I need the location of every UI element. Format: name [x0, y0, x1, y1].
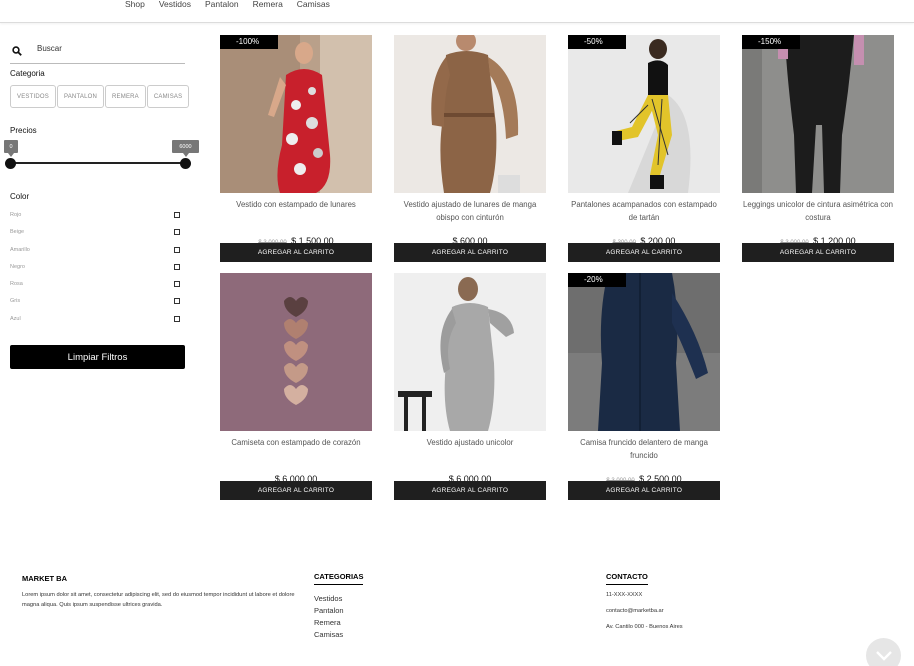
- nav-links: Shop Vestidos Pantalon Remera Camisas: [125, 0, 344, 9]
- price-slider-track[interactable]: [10, 162, 185, 164]
- nav-item-remera[interactable]: Remera: [253, 0, 283, 9]
- add-to-cart-button[interactable]: AGREGAR AL CARRITO: [742, 243, 894, 262]
- price-slider-max-handle[interactable]: [180, 158, 191, 169]
- color-checkbox[interactable]: [174, 281, 180, 288]
- add-to-cart-button[interactable]: AGREGAR AL CARRITO: [568, 481, 720, 500]
- product-image[interactable]: -100%: [220, 35, 372, 193]
- category-label: Categoria: [10, 69, 45, 78]
- color-option-beige[interactable]: Beige: [10, 229, 182, 246]
- product-card: -150% Leggings unicolor de cintura asimé…: [742, 35, 894, 262]
- product-name[interactable]: Vestido con estampado de lunares: [220, 199, 372, 212]
- product-image[interactable]: -20%: [568, 273, 720, 431]
- add-to-cart-button[interactable]: AGREGAR AL CARRITO: [220, 481, 372, 500]
- discount-badge: -150%: [742, 35, 800, 49]
- nav-item-shop[interactable]: Shop: [125, 0, 145, 9]
- product-name[interactable]: Vestido ajustado unicolor: [394, 437, 546, 450]
- product-image[interactable]: -50%: [568, 35, 720, 193]
- discount-badge: -100%: [220, 35, 278, 49]
- color-option-rosa[interactable]: Rosa: [10, 281, 182, 298]
- add-to-cart-button[interactable]: AGREGAR AL CARRITO: [220, 243, 372, 262]
- category-chip-pantalon[interactable]: PANTALON: [56, 85, 105, 108]
- product-card: -100% Vestido con estampado de lunares $…: [220, 35, 372, 262]
- color-checkbox[interactable]: [174, 212, 180, 218]
- footer-phone: 11-XXX-XXXX: [606, 592, 643, 598]
- price-slider-min-handle[interactable]: [5, 158, 16, 169]
- add-to-cart-button[interactable]: AGREGAR AL CARRITO: [394, 243, 546, 262]
- color-checkbox[interactable]: [174, 315, 180, 322]
- footer-categories-list: Vestidos Pantalon Remera Camisas: [314, 593, 344, 641]
- footer-description: Lorem ipsum dolor sit amet, consectetur …: [22, 592, 295, 608]
- search-icon[interactable]: [12, 46, 22, 56]
- color-checkbox[interactable]: [174, 298, 180, 305]
- footer-contact-list: 11-XXX-XXXX contacto@marketba.ar Av. Can…: [606, 592, 683, 640]
- footer-link-camisas[interactable]: Camisas: [314, 629, 344, 641]
- chevron-down-icon: [875, 650, 892, 661]
- price-max-tooltip: 6000: [172, 140, 199, 157]
- top-nav: Shop Vestidos Pantalon Remera Camisas: [0, 0, 914, 23]
- scroll-button[interactable]: [866, 638, 901, 666]
- footer-link-pantalon[interactable]: Pantalon: [314, 605, 344, 617]
- color-option-negro[interactable]: Negro: [10, 263, 182, 281]
- product-image[interactable]: [394, 273, 546, 431]
- product-name[interactable]: Leggings unicolor de cintura asimétrica …: [742, 199, 894, 224]
- color-option-amarillo[interactable]: Amarillo: [10, 246, 182, 264]
- color-checkbox[interactable]: [174, 263, 180, 270]
- product-card: Camiseta con estampado de corazón $ 6.00…: [220, 273, 372, 500]
- footer-email[interactable]: contacto@marketba.ar: [606, 608, 683, 624]
- product-image[interactable]: -150%: [742, 35, 894, 193]
- filter-sidebar: Categoria VESTIDOS PANTALON REMERA CAMIS…: [4, 36, 199, 369]
- category-chip-vestidos[interactable]: VESTIDOS: [10, 85, 56, 108]
- product-image[interactable]: [220, 273, 372, 431]
- product-card: Vestido ajustado de lunares de manga obi…: [394, 35, 546, 262]
- footer: MARKET BA Lorem ipsum dolor sit amet, co…: [0, 560, 914, 666]
- nav-item-vestidos[interactable]: Vestidos: [159, 0, 191, 9]
- nav-item-camisas[interactable]: Camisas: [297, 0, 330, 9]
- category-chip-camisas[interactable]: CAMISAS: [146, 85, 190, 108]
- color-option-azul[interactable]: Azul: [10, 315, 182, 333]
- color-checkbox[interactable]: [174, 246, 180, 253]
- color-list: Rojo Beige Amarillo Negro Rosa Gris Azul: [10, 212, 182, 333]
- footer-address: Av. Cantilo 000 - Buenos Aires: [606, 624, 683, 630]
- footer-contact-title: CONTACTO: [606, 572, 648, 585]
- footer-categories-title: CATEGORIAS: [314, 572, 364, 585]
- color-option-gris[interactable]: Gris: [10, 298, 182, 315]
- product-name[interactable]: Camisa fruncido delantero de manga frunc…: [568, 437, 720, 462]
- color-option-label: Azul: [10, 315, 21, 322]
- color-option-label: Gris: [10, 298, 21, 305]
- category-chips: VESTIDOS PANTALON REMERA CAMISAS: [10, 85, 190, 108]
- search-box: [10, 36, 185, 64]
- add-to-cart-button[interactable]: AGREGAR AL CARRITO: [568, 243, 720, 262]
- nav-item-pantalon[interactable]: Pantalon: [205, 0, 239, 9]
- color-option-label: Negro: [10, 263, 25, 270]
- discount-badge: -50%: [568, 35, 626, 49]
- product-card: Vestido ajustado unicolor $ 6.000,00 AGR…: [394, 273, 546, 500]
- product-image[interactable]: [394, 35, 546, 193]
- color-option-rojo[interactable]: Rojo: [10, 212, 182, 229]
- footer-link-vestidos[interactable]: Vestidos: [314, 593, 344, 605]
- product-card: -50% Pantalones acampanados con estampad…: [568, 35, 720, 262]
- footer-brand: MARKET BA: [22, 574, 67, 583]
- color-option-label: Rojo: [10, 212, 22, 218]
- product-card: -20% Camisa fruncido delantero de manga …: [568, 273, 720, 500]
- product-name[interactable]: Camiseta con estampado de corazón: [220, 437, 372, 450]
- color-option-label: Amarillo: [10, 246, 30, 253]
- add-to-cart-button[interactable]: AGREGAR AL CARRITO: [394, 481, 546, 500]
- color-checkbox[interactable]: [174, 229, 180, 236]
- color-option-label: Rosa: [10, 281, 23, 288]
- price-min-tooltip: 0: [4, 140, 18, 157]
- color-option-label: Beige: [10, 229, 25, 236]
- clear-filters-button[interactable]: Limpiar Filtros: [10, 345, 185, 369]
- price-label: Precios: [10, 126, 37, 135]
- color-label: Color: [10, 192, 30, 201]
- footer-link-remera[interactable]: Remera: [314, 617, 344, 629]
- search-input[interactable]: [37, 44, 177, 53]
- product-name[interactable]: Pantalones acampanados con estampado de …: [568, 199, 720, 224]
- category-chip-remera[interactable]: REMERA: [105, 85, 146, 108]
- discount-badge: -20%: [568, 273, 626, 287]
- product-name[interactable]: Vestido ajustado de lunares de manga obi…: [394, 199, 546, 224]
